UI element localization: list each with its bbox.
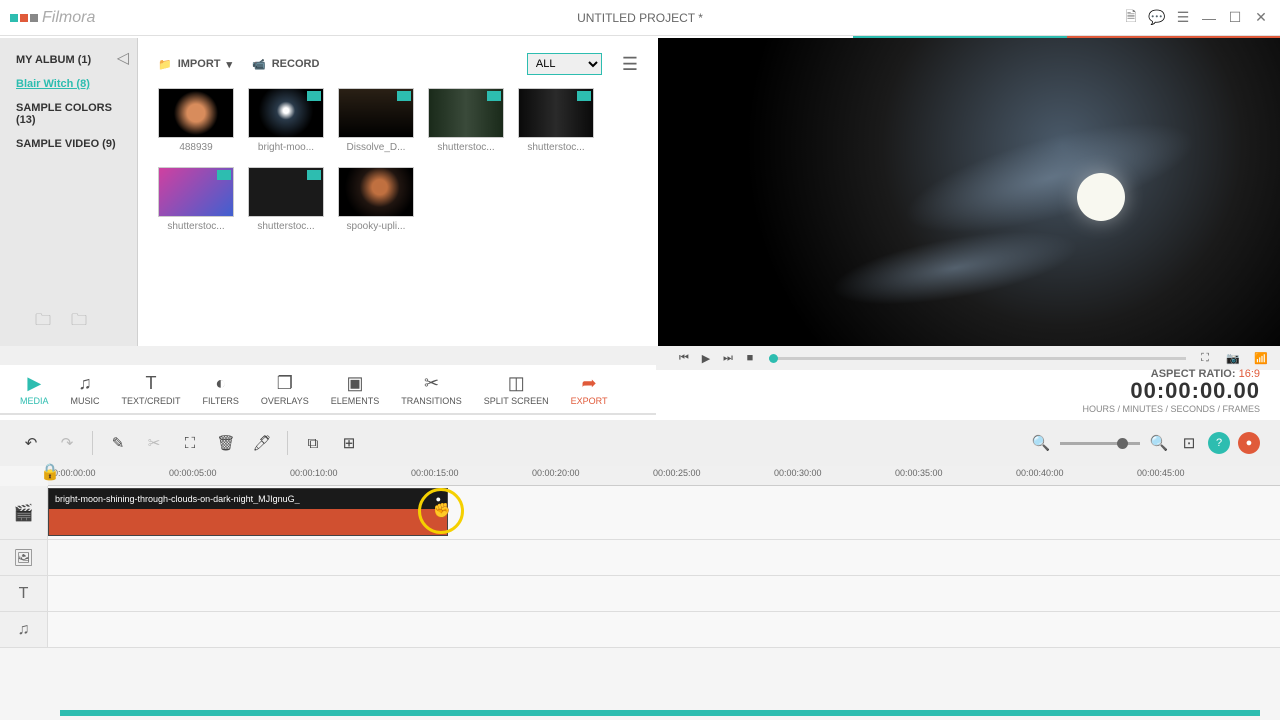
media-item[interactable]: shutterstoc... [518,88,594,153]
media-item[interactable]: spooky-upli... [338,167,414,232]
fit-icon[interactable]: ⊡ [1178,432,1200,454]
maximize-button[interactable]: ☐ [1226,9,1244,27]
timecode-display: 00:00:00.00 [1082,378,1260,404]
sidebar-collapse-icon[interactable]: ◁ [117,48,129,68]
module-tabs: ▶MEDIA ♫MUSIC TTEXT/CREDIT ◐FILTERS ❐OVE… [0,365,656,415]
audio-track-icon: ♫ [0,612,48,647]
text-icon: T [146,373,157,394]
media-item[interactable]: Dissolve_D... [338,88,414,153]
project-title: UNTITLED PROJECT * [577,11,703,25]
play-button[interactable]: ▶ [697,349,715,367]
record-button-tl[interactable]: ● [1238,432,1260,454]
video-track-icon: 🎬 [0,486,48,539]
tab-elements[interactable]: ▣ELEMENTS [331,373,380,406]
save-icon[interactable]: 🗎 [1122,9,1140,27]
tab-filters[interactable]: ◐FILTERS [203,373,239,406]
media-grid: 488939 bright-moo... Dissolve_D... shutt… [158,88,638,232]
clip-label: bright-moon-shining-through-clouds-on-da… [55,494,300,504]
preview-content [1077,173,1125,221]
list-icon[interactable]: ☰ [1174,9,1192,27]
snapshot-icon[interactable]: 📷 [1224,349,1242,367]
media-item[interactable]: 488939 [158,88,234,153]
color-button[interactable]: 🖊 [251,432,273,454]
chat-icon[interactable]: 💬 [1148,9,1166,27]
lock-icon[interactable]: 🔒 [40,462,60,482]
undo-button[interactable]: ↶ [20,432,42,454]
help-button[interactable]: ? [1208,432,1230,454]
drag-cursor-icon: ✊ [433,502,450,519]
tab-export[interactable]: ➦EXPORT [571,373,608,406]
volume-icon[interactable]: 📶 [1252,349,1270,367]
tab-split-screen[interactable]: ◫SPLIT SCREEN [484,373,549,406]
album-sample-colors[interactable]: SAMPLE COLORS (13) [0,96,137,132]
split-button[interactable]: ✂ [143,432,165,454]
zoom-in-icon[interactable]: 🔍 [1148,432,1170,454]
timeline-ruler[interactable]: 00:00:00:00 00:00:05:00 00:00:10:00 00:0… [48,466,1280,486]
timeline-scrollbar[interactable] [60,710,1260,716]
image-track-icon: 🖼 [0,540,48,575]
forward-button[interactable]: ⏭ [719,349,737,367]
logo-text: Filmora [42,9,95,27]
crop-button[interactable]: ⛶ [179,432,201,454]
timecode-units: HOURS / MINUTES / SECONDS / FRAMES [1082,404,1260,414]
text-track-icon: T [0,576,48,611]
delete-button[interactable]: 🗑 [215,432,237,454]
album-sidebar: ◁ MY ALBUM (1) Blair Witch (8) SAMPLE CO… [0,38,138,346]
export-icon: ➦ [582,373,597,394]
media-item[interactable]: shutterstoc... [248,167,324,232]
record-vo-button[interactable]: ⊞ [338,432,360,454]
chevron-down-icon: ▾ [226,58,232,71]
titlebar: Filmora UNTITLED PROJECT * 🗎 💬 ☰ — ☐ ✕ [0,0,1280,36]
transitions-icon: ✂ [424,373,439,394]
music-icon: ♫ [78,373,92,394]
import-button[interactable]: 📁 IMPORT ▾ [158,58,232,71]
edit-button[interactable]: ✎ [107,432,129,454]
media-icon: ▶ [27,373,41,394]
camera-icon: 📹 [252,58,266,71]
media-item[interactable]: shutterstoc... [428,88,504,153]
progress-bar[interactable] [769,357,1186,360]
zoom-slider[interactable] [1060,442,1140,445]
preview-panel [658,38,1280,346]
redo-button[interactable]: ↷ [56,432,78,454]
album-sample-video[interactable]: SAMPLE VIDEO (9) [0,132,137,156]
media-panel: 📁 IMPORT ▾ 📹 RECORD ALL ☰ 488939 bright-… [138,38,658,346]
media-item[interactable]: shutterstoc... [158,167,234,232]
rewind-button[interactable]: ⏮ [675,349,693,367]
new-folder-icon[interactable]: 🗀 [35,309,51,336]
timeline: ↶ ↷ ✎ ✂ ⛶ 🗑 🖊 ⧉ ⊞ 🔍 🔍 ⊡ ? ● 00:00:00:00 … [0,420,1280,720]
image-track[interactable]: 🖼 [0,540,1280,576]
video-track[interactable]: 🎬 bright-moon-shining-through-clouds-on-… [0,486,1280,540]
tab-transitions[interactable]: ✂TRANSITIONS [401,373,462,406]
split-icon: ◫ [508,373,525,394]
delete-folder-icon[interactable]: 🗀 [71,309,87,336]
tab-music[interactable]: ♫MUSIC [71,373,100,406]
tab-media[interactable]: ▶MEDIA [20,373,49,406]
stop-button[interactable]: ■ [741,349,759,367]
tab-text[interactable]: TTEXT/CREDIT [122,373,181,406]
minimize-button[interactable]: — [1200,9,1218,27]
fullscreen-icon[interactable]: ⛶ [1196,349,1214,367]
folder-icon: 📁 [158,58,172,71]
overlays-icon: ❐ [277,373,293,394]
media-item[interactable]: bright-moo... [248,88,324,153]
album-blair-witch[interactable]: Blair Witch (8) [0,72,137,96]
app-logo: Filmora [0,9,95,27]
media-filter-select[interactable]: ALL [527,53,602,75]
view-list-icon[interactable]: ☰ [622,54,638,75]
video-clip[interactable]: bright-moon-shining-through-clouds-on-da… [48,488,448,536]
filters-icon: ◐ [215,373,226,394]
tab-overlays[interactable]: ❐OVERLAYS [261,373,309,406]
elements-icon: ▣ [346,373,363,394]
detach-button[interactable]: ⧉ [302,432,324,454]
text-track[interactable]: T [0,576,1280,612]
zoom-out-icon[interactable]: 🔍 [1030,432,1052,454]
close-button[interactable]: ✕ [1252,9,1270,27]
record-button[interactable]: 📹 RECORD [252,58,319,71]
audio-track[interactable]: ♫ [0,612,1280,648]
